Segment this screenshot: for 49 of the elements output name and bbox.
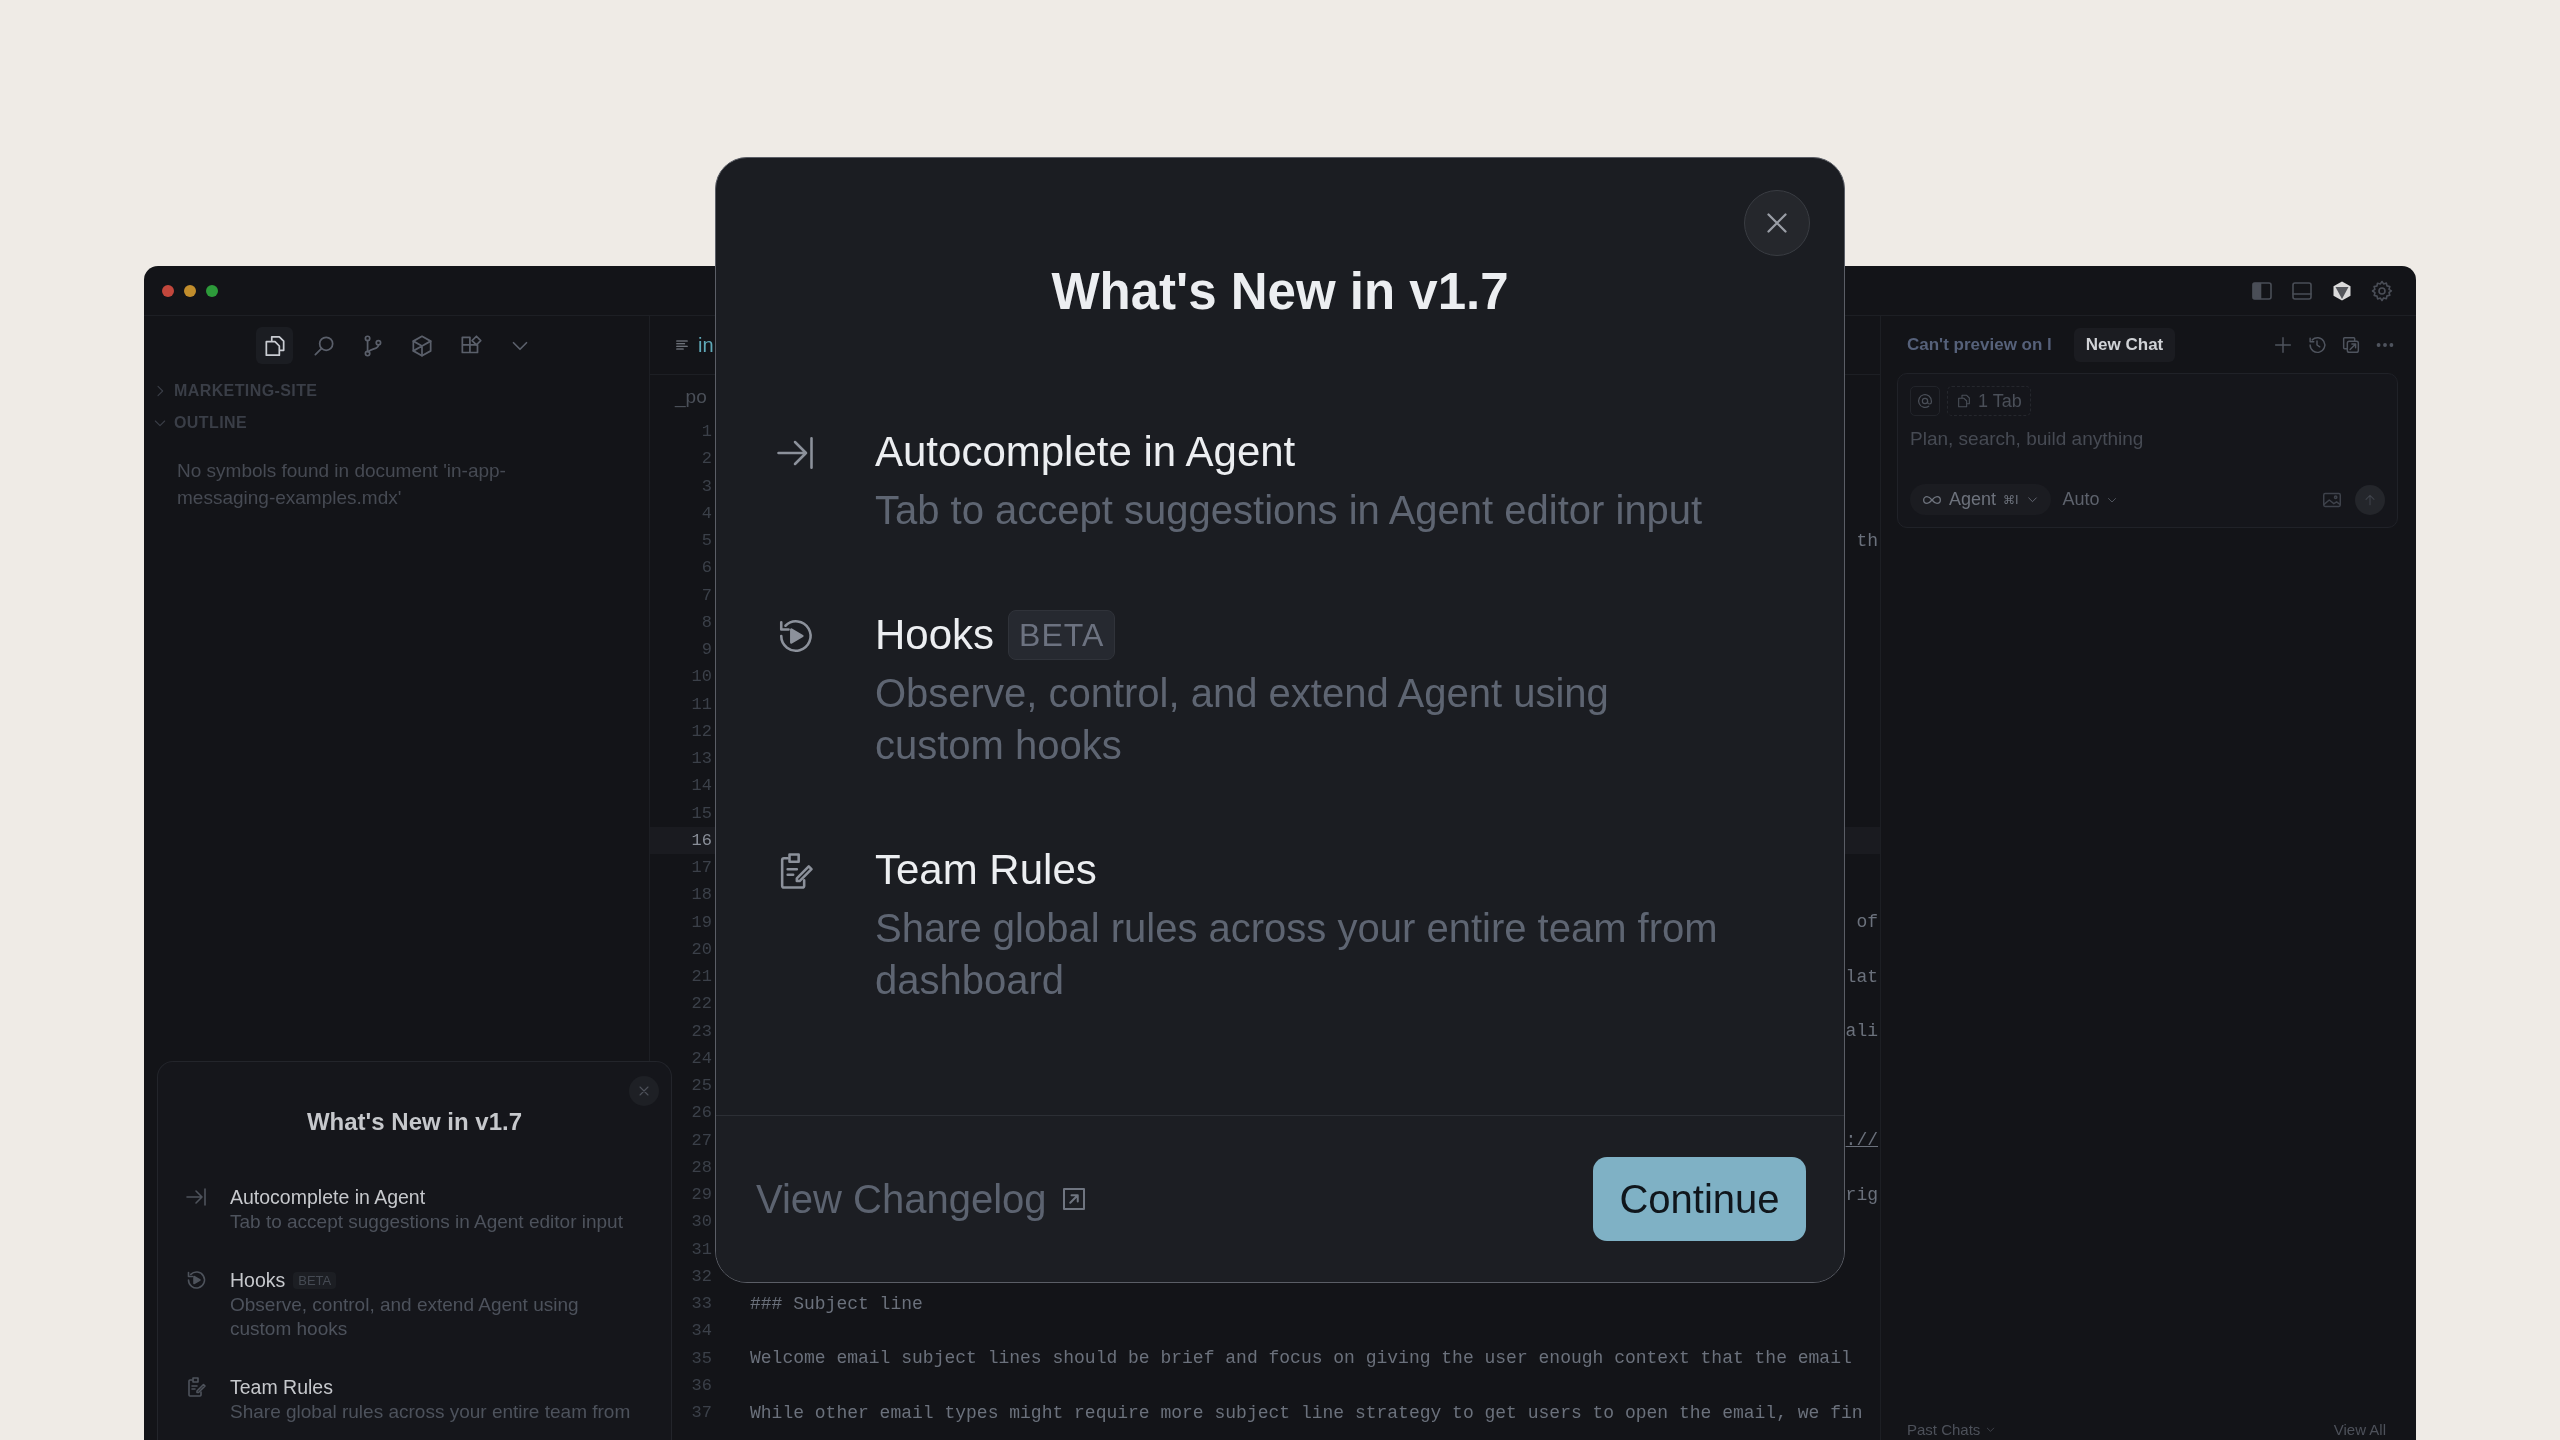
chat-input-field[interactable]: Plan, search, build anything <box>1910 426 2385 452</box>
view-all-link[interactable]: View All <box>2333 1420 2386 1438</box>
dialog-title: What's New in v1.7 <box>1050 262 1510 322</box>
feature-description: Share global rules across your entire team from dashboard <box>875 905 1719 1004</box>
arrow-to-bar-icon <box>184 1185 208 1209</box>
code-text: rig <box>1845 1184 1878 1205</box>
continue-button[interactable]: Continue <box>1593 1157 1806 1241</box>
beta-badge: BETA <box>1008 610 1116 660</box>
files-tab[interactable] <box>256 327 293 364</box>
feature-title: Autocomplete in Agent <box>875 427 1296 477</box>
agent-mode-dropdown[interactable]: Agent ⌘I <box>1910 484 2051 515</box>
code-text: Welcome email subject lines should be brief and focus on giving the user enough context that the email <box>750 1348 1852 1369</box>
feature-title: Autocomplete in Agent <box>230 1185 426 1210</box>
file-icon <box>1956 393 1972 409</box>
window-control[interactable] <box>162 284 174 297</box>
file-tab[interactable]: in <box>674 333 714 357</box>
feature-description: Observe, control, and extend Agent using custom hooks <box>875 670 1610 769</box>
send-button[interactable] <box>2355 484 2385 515</box>
code-text: of <box>1856 912 1878 933</box>
at-icon <box>1916 392 1934 410</box>
feature-title: Team Rules <box>230 1375 333 1400</box>
feature-description: Tab to accept suggestions in Agent editor input <box>230 1210 624 1234</box>
view-changelog-link[interactable]: View Changelog <box>756 1176 1089 1222</box>
code-text: ali <box>1845 1021 1878 1042</box>
settings-icon[interactable] <box>2370 278 2394 303</box>
window-control[interactable] <box>184 284 196 297</box>
code-text: th <box>1856 530 1878 551</box>
feature-description: Share global rules across your entire team from <box>230 1400 632 1424</box>
code-text: While other email types might require more subject line strategy to get users to open the email, we fin <box>750 1402 1863 1423</box>
context-chip[interactable]: 1 Tab <box>1947 386 2031 416</box>
chat-tab[interactable]: Can't preview on l <box>1907 327 2064 362</box>
card-title: What's New in v1.7 <box>305 1107 524 1137</box>
past-chats-toggle[interactable]: Past Chats <box>1907 1420 1997 1438</box>
feature-title: Hooks <box>230 1268 286 1293</box>
model-dropdown[interactable]: Auto <box>2062 489 2118 510</box>
line-number: 16 <box>690 830 712 850</box>
feature-description: Tab to accept suggestions in Agent editor input <box>875 487 1704 534</box>
feature-description: Observe, control, and extend Agent using custom hooks <box>230 1293 580 1341</box>
feature-title: Hooks <box>875 610 995 660</box>
lines-icon <box>674 337 690 353</box>
outline-message: No symbols found in document 'in-app-messaging-examples.mdx' <box>177 459 507 510</box>
code-text: lat <box>1845 966 1878 987</box>
feature-title: Team Rules <box>875 845 1097 895</box>
window-control[interactable] <box>206 284 218 297</box>
breadcrumb[interactable]: _po <box>650 375 707 418</box>
code-link[interactable]: :// <box>1845 1130 1878 1151</box>
code-text: ### Subject line <box>750 1293 923 1314</box>
chat-tab[interactable]: New Chat <box>2073 327 2176 362</box>
mention-button[interactable] <box>1910 386 1940 416</box>
